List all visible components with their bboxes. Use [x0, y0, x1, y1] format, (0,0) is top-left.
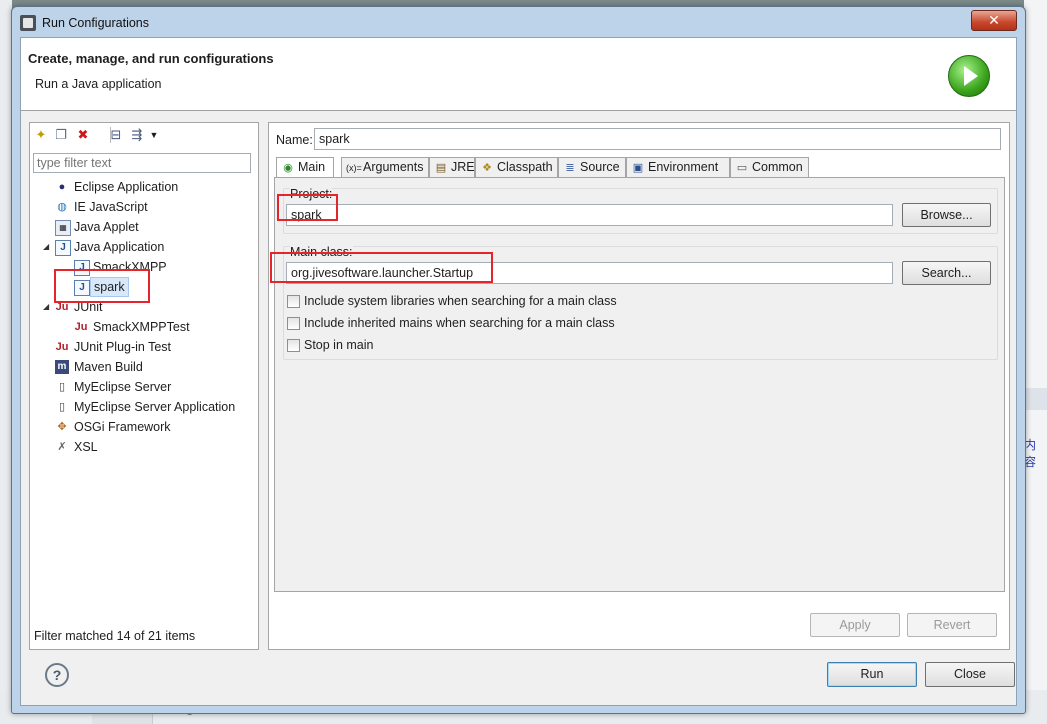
xsl-icon: ✗ [57, 441, 67, 453]
environment-icon: ▣ [632, 162, 644, 174]
delete-configuration-icon[interactable]: ✖ [75, 127, 91, 143]
header-title: Create, manage, and run configurations [28, 51, 274, 66]
checkbox-label: Include inherited mains when searching f… [304, 316, 615, 330]
classpath-icon: ❖ [482, 162, 492, 174]
run-configurations-dialog: Run Configurations ✕ Create, manage, and… [11, 6, 1026, 714]
help-icon[interactable]: ? [45, 663, 69, 687]
background-selected-chip [1024, 388, 1047, 410]
tree-item-label: Java Application [74, 240, 165, 254]
filter-configurations-icon[interactable]: ⇶ [129, 127, 145, 143]
tab-label: Classpath [497, 160, 553, 174]
main-tab-content: Project: spark Browse... Main class: org… [274, 177, 1005, 592]
tree-item-label: Java Applet [74, 220, 139, 234]
browse-button[interactable]: Browse... [902, 203, 991, 227]
revert-button[interactable]: Revert [907, 613, 997, 637]
eclipse-icon: ● [58, 181, 66, 193]
collapse-all-icon[interactable]: ⊟ [108, 127, 124, 143]
tab-arguments[interactable]: (x)=Arguments [341, 157, 429, 177]
background-right-panel: 内容 [1024, 0, 1047, 690]
tab-label: Source [580, 160, 620, 174]
java-app-icon: J [55, 240, 71, 256]
junit-icon: Ju [74, 321, 88, 333]
tab-classpath[interactable]: ❖ Classpath [475, 157, 558, 177]
source-icon: ≣ [565, 162, 575, 174]
tree-item-label: IE JavaScript [74, 200, 148, 214]
window-close-button[interactable]: ✕ [971, 10, 1017, 31]
app-window-icon [20, 15, 36, 31]
filter-status-text: Filter matched 14 of 21 items [34, 629, 196, 643]
tab-main[interactable]: ◉ Main [276, 157, 334, 178]
search-button[interactable]: Search... [902, 261, 991, 285]
window-title: Run Configurations [42, 16, 150, 30]
run-button[interactable]: Run [827, 662, 917, 687]
checkbox-box[interactable] [287, 295, 300, 308]
checkbox-box[interactable] [287, 339, 300, 352]
expand-arrow-icon[interactable]: ◢ [43, 297, 53, 317]
expand-arrow-icon[interactable]: ◢ [43, 237, 53, 257]
tab-environment[interactable]: ▣ Environment [626, 157, 730, 177]
tab-label: Common [752, 160, 803, 174]
project-field[interactable]: spark [286, 204, 893, 226]
junit-plugin-icon: Ju [55, 341, 69, 353]
tree-item-label: SmackXMPPTest [93, 320, 190, 334]
close-button[interactable]: Close [925, 662, 1015, 687]
highlight-box-main-class-field [270, 252, 493, 283]
common-icon: ▭ [736, 162, 748, 174]
project-group: Project: spark Browse... [283, 187, 998, 234]
chevron-down-icon[interactable]: ▼ [146, 127, 162, 143]
tab-label: Arguments [363, 160, 424, 174]
checkbox-label: Include system libraries when searching … [304, 294, 617, 308]
tree-item-label: JUnit Plug-in Test [74, 340, 172, 354]
dialog-header: Create, manage, and run configurations R… [21, 38, 1016, 111]
tab-source[interactable]: ≣ Source [558, 157, 626, 177]
apply-button[interactable]: Apply [810, 613, 900, 637]
background-right-text: 内容 [1024, 438, 1037, 469]
tree-item-label: MyEclipse Server Application [74, 400, 236, 414]
header-subtitle: Run a Java application [35, 77, 162, 91]
server-app-icon: ▯ [58, 401, 66, 413]
tab-jre[interactable]: ▤ JRE [429, 157, 475, 177]
highlight-box-project-field [277, 194, 338, 221]
jre-icon: ▤ [435, 162, 447, 174]
tree-item-label: OSGi Framework [74, 420, 171, 434]
tree-item-label: XSL [74, 440, 98, 454]
configuration-editor-pane: Name: spark ◉ Main (x)=Arguments ▤ JRE ❖ Cl… [268, 122, 1010, 650]
osgi-icon: ✥ [57, 421, 67, 433]
tab-label: Environment [648, 160, 719, 174]
tree-item-label: MyEclipse Server [74, 380, 172, 394]
tab-label: Main [298, 160, 326, 174]
globe-icon: ◍ [57, 201, 67, 213]
run-banner-icon [948, 55, 990, 97]
arguments-icon: (x)= [346, 163, 362, 173]
duplicate-configuration-icon[interactable]: ❐ [53, 127, 69, 143]
name-label: Name: [276, 133, 313, 147]
new-configuration-icon[interactable]: ✦ [33, 127, 49, 143]
tree-item-label: Maven Build [74, 360, 143, 374]
name-field[interactable]: spark [314, 128, 1001, 150]
server-icon: ▯ [58, 381, 66, 393]
main-tab-icon: ◉ [283, 162, 293, 174]
checkbox-label: Stop in main [304, 338, 374, 352]
tab-label: JRE [451, 160, 475, 174]
tree-item-label: Eclipse Application [74, 180, 179, 194]
checkbox-box[interactable] [287, 317, 300, 330]
applet-icon: ▦ [55, 220, 71, 236]
highlight-box-spark-item [54, 269, 150, 303]
left-toolbar: ✦ ❐ ✖ ⊟ ⇶ ▼ [30, 123, 258, 147]
tab-common[interactable]: ▭ Common [730, 157, 809, 177]
configuration-list-pane: ✦ ❐ ✖ ⊟ ⇶ ▼ ● Eclipse Application ◍ IE J… [29, 122, 259, 650]
filter-input[interactable] [33, 153, 251, 173]
maven-icon: m [55, 360, 69, 374]
title-bar[interactable]: Run Configurations ✕ [12, 7, 1025, 37]
dialog-client-area: Create, manage, and run configurations R… [20, 37, 1017, 706]
